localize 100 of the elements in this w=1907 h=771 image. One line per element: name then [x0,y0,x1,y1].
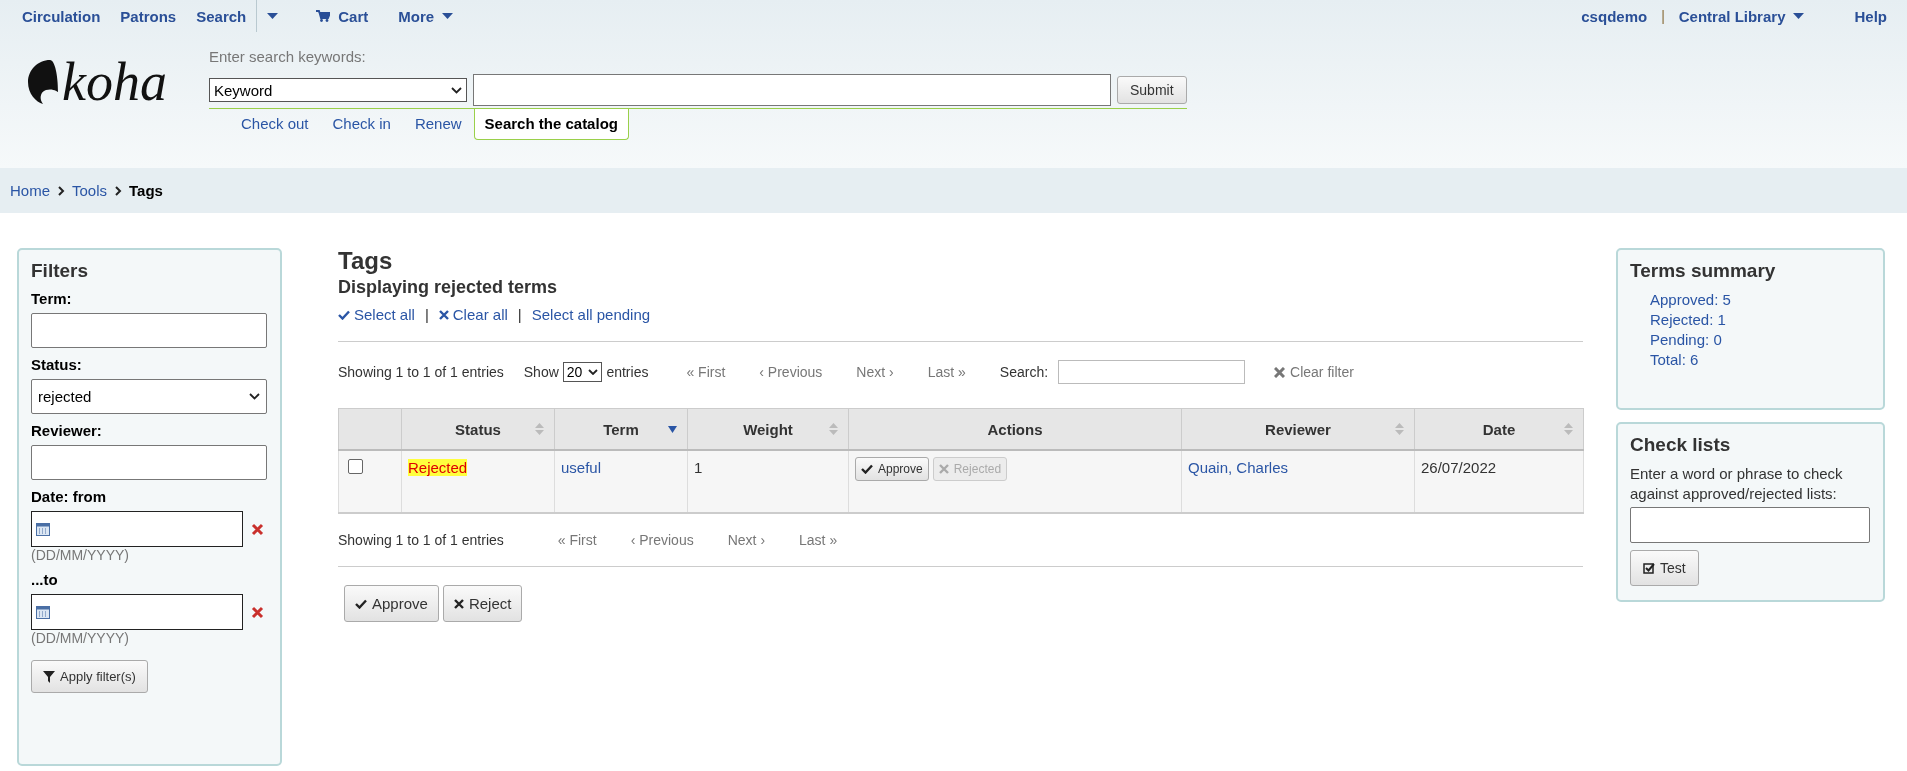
select-link[interactable]: Select all pending [531,306,651,323]
page-size-select[interactable]: 20 [562,362,603,382]
caret-icon [1793,13,1805,19]
field-label: ...to [31,571,59,588]
status-text: Rejected [408,459,468,476]
select-link[interactable]: Select all [338,306,415,323]
field-label: Term: [31,290,73,307]
check-icon [861,464,873,474]
caret-icon [267,13,279,19]
calendar-icon [36,605,50,619]
page-title: Tags [338,247,394,275]
nav-link[interactable]: Search [186,7,257,25]
nav-link[interactable]: Circulation [12,7,111,25]
x-icon [938,464,949,474]
field-label: Status: [31,356,83,373]
row-checkbox[interactable] [348,459,363,474]
entries-info: Showing 1 to 1 of 1 entries [338,532,504,548]
tab[interactable]: Check out [228,109,321,140]
date-format-hint: (DD/MM/YYYY) [31,630,130,646]
breadcrumb: Tags [129,182,163,199]
pager-link[interactable]: ‹ Previous [759,364,823,380]
panel-title: Filters [31,260,90,282]
library-menu[interactable]: Central Library [1668,7,1815,25]
column-header[interactable]: Term [554,408,688,450]
entries-label: entries [606,364,649,380]
chevron-down-icon [450,86,462,94]
pager-link[interactable]: Next › [727,532,766,548]
chevron-icon [57,185,65,196]
breadcrumb[interactable]: Home [10,182,50,199]
summary-item: Pending: 0 [1650,330,1723,350]
pager-link[interactable]: Last » [927,364,966,380]
action-button[interactable]: Reject [442,585,523,622]
separator: | [424,306,429,323]
x-icon [1274,366,1286,378]
field-label: Date: from [31,488,107,505]
panel-title: Terms summary [1630,260,1777,282]
search-field[interactable] [1058,360,1246,384]
text-field[interactable] [31,445,267,480]
search-label: Search: [999,364,1049,380]
date-format-hint: (DD/MM/YYYY) [31,547,130,563]
tab[interactable]: Renew [402,109,474,140]
panel-title: Check lists [1630,434,1732,456]
chevron-icon [114,185,123,196]
text-field[interactable] [31,313,267,348]
index-select[interactable]: Keyword [208,78,467,102]
date-field[interactable] [31,511,243,547]
reviewer-link[interactable]: Quain, Charles [1188,459,1289,476]
column-header[interactable]: Reviewer [1181,408,1415,450]
table-cell: 1 [687,450,849,513]
cart-icon [316,10,331,22]
x-icon [438,309,449,320]
calendar-icon [36,522,50,536]
search-field[interactable] [472,74,1111,106]
entries-info: Showing 1 to 1 of 1 entries [338,364,504,380]
logo-text: koha [62,52,167,112]
cart-link[interactable]: Cart [288,7,379,25]
clear-icon[interactable] [251,522,264,536]
select-link[interactable]: Clear all [438,306,508,323]
pager-link[interactable]: Next › [856,364,894,380]
nav-link[interactable]: Patrons [110,7,187,25]
text-field[interactable] [1630,507,1870,543]
apply-filters-button[interactable]: Apply filter(s) [31,660,148,693]
checkbox-icon [1643,562,1655,574]
column-header[interactable]: Weight [687,408,849,450]
breadcrumb[interactable]: Tools [72,182,108,199]
summary-item: Approved: 5 [1650,290,1732,310]
search-prompt: Enter search keywords: [208,48,367,65]
tab[interactable]: Check in [320,109,403,140]
action-button[interactable]: Approve [855,457,929,481]
pager-link[interactable]: « First [686,364,726,380]
more-menu[interactable]: More [378,7,464,25]
status-select[interactable]: rejected [31,379,267,414]
caret-icon [442,13,454,19]
clear-filter-link[interactable]: Clear filter [1274,364,1354,380]
test-button[interactable]: Test [1630,550,1699,586]
column-header: Actions [848,408,1182,450]
instructions-text: Enter a word or phrase to check against approved/rejected lists: [1630,464,1844,504]
pager-link[interactable]: ‹ Previous [630,532,694,548]
term-link[interactable]: useful [561,459,602,476]
chevron-down-icon [249,393,260,400]
clear-icon[interactable] [251,605,264,619]
help-link[interactable]: Help [1844,7,1897,25]
user-link[interactable]: csqdemo [1571,7,1658,25]
column-header[interactable]: Status [401,408,555,450]
filter-icon [43,670,55,683]
column-header[interactable]: Date [1414,408,1584,450]
date-field[interactable] [31,594,243,630]
action-button[interactable]: Approve [344,585,439,622]
pager-link[interactable]: Last » [799,532,838,548]
submit-button[interactable]: Submit [1116,76,1187,104]
summary-item: Rejected: 1 [1650,310,1727,330]
show-label: Show [523,364,559,380]
separator: | [517,306,522,323]
summary-item: Total: 6 [1650,350,1700,370]
tab[interactable]: Search the catalog [473,109,629,140]
chevron-down-icon [588,369,599,375]
check-icon [338,309,350,320]
field-label: Reviewer: [31,422,103,439]
separator: | [1660,8,1666,24]
pager-link[interactable]: « First [557,532,597,548]
